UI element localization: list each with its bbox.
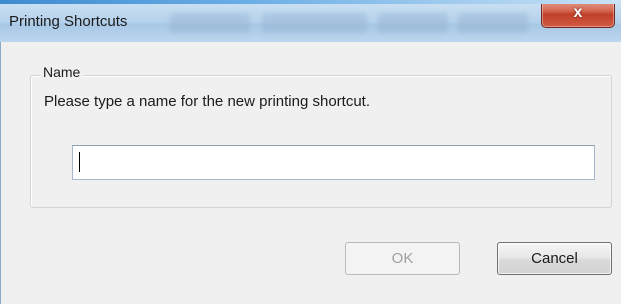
printing-shortcuts-dialog: Printing Shortcuts x Name Please type a … (0, 4, 621, 304)
ok-button[interactable]: OK (345, 242, 460, 275)
close-icon: x (573, 4, 583, 21)
blurred-background-tab (170, 13, 250, 33)
text-caret (79, 152, 80, 172)
close-button[interactable]: x (541, 4, 615, 28)
blurred-background-tab (262, 13, 367, 33)
shortcut-name-input[interactable] (72, 145, 595, 180)
dialog-client-area: Name Please type a name for the new prin… (0, 42, 621, 304)
title-bar[interactable]: Printing Shortcuts x (0, 4, 621, 42)
screenshot-page: Printing Shortcuts x Name Please type a … (0, 0, 621, 304)
blurred-background-tab (458, 13, 528, 33)
window-title: Printing Shortcuts (9, 13, 128, 30)
blurred-background-tab (378, 13, 448, 33)
name-prompt-label: Please type a name for the new printing … (44, 93, 371, 110)
cancel-button[interactable]: Cancel (497, 242, 612, 275)
groupbox-legend: Name (40, 64, 84, 80)
